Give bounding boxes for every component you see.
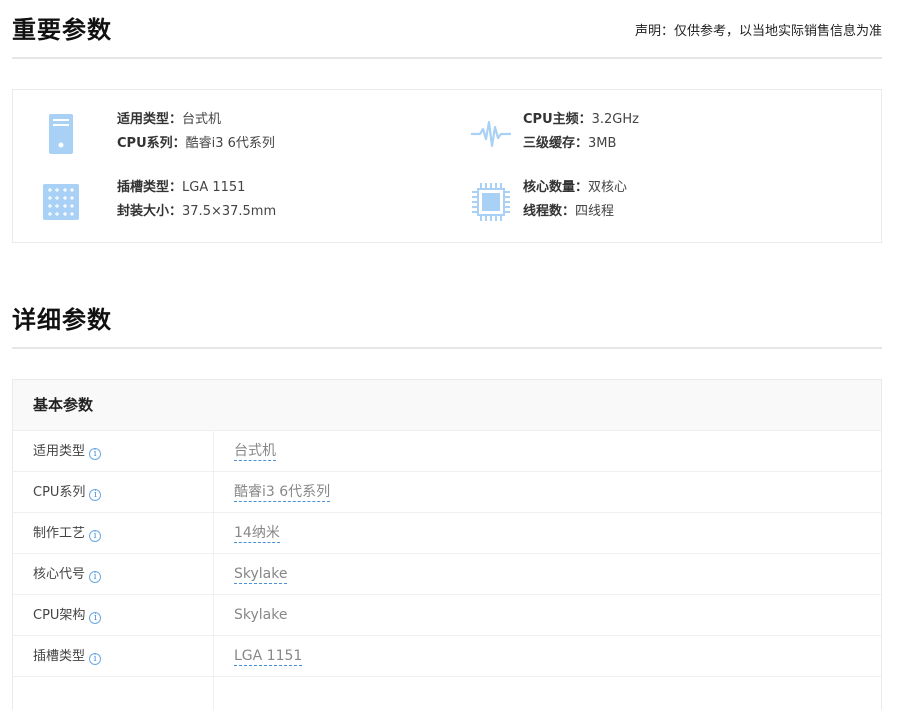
row-value[interactable]: LGA 1151 [234, 636, 303, 677]
key-param-frequency-cache: CPU主频：3.2GHz 三级缓存：3MB [471, 108, 871, 160]
table-row-empty [13, 677, 881, 710]
key-value: 酷睿i3 6代系列 [185, 136, 275, 151]
table-row: 适用类型 i 台式机 [13, 431, 881, 472]
key-value: 双核心 [588, 180, 628, 195]
row-value: Skylake [234, 595, 287, 636]
key-label: 适用类型： [117, 112, 183, 127]
row-value[interactable]: 酷睿i3 6代系列 [234, 472, 331, 513]
row-key: 制作工艺 i [13, 513, 214, 553]
row-key-label: CPU系列 [33, 485, 86, 500]
row-key: 插槽类型 i [13, 636, 214, 676]
table-row: CPU系列 i 酷睿i3 6代系列 [13, 472, 881, 513]
key-value: 3.2GHz [591, 112, 639, 127]
frequency-wave-icon [471, 108, 511, 160]
key-value: LGA 1151 [182, 180, 246, 195]
key-param-type-series: 适用类型：台式机 CPU系列：酷睿i3 6代系列 [41, 108, 441, 160]
key-param-socket-package: 插槽类型：LGA 1151 封装大小：37.5×37.5mm [41, 176, 441, 228]
key-label: 线程数： [523, 204, 576, 219]
row-key-label: 制作工艺 [33, 526, 86, 541]
cpu-chip-icon [471, 176, 511, 228]
row-key: CPU架构 i [13, 595, 214, 635]
row-value-link[interactable]: 酷睿i3 6代系列 [234, 484, 331, 502]
detail-params-table: 基本参数 适用类型 i 台式机 CPU系列 i 酷睿i3 6代系列 制作工艺 i 14… [12, 379, 882, 710]
row-value-link[interactable]: LGA 1151 [234, 648, 303, 666]
disclaimer-text: 声明：仅供参考，以当地实际销售信息为准 [634, 24, 882, 39]
table-row: 核心代号 i Skylake [13, 554, 881, 595]
key-param-cores-threads: 核心数量：双核心 线程数：四线程 [471, 176, 871, 228]
key-value: 四线程 [575, 204, 615, 219]
desktop-tower-icon [41, 108, 81, 160]
info-icon[interactable]: i [89, 612, 102, 624]
info-icon[interactable]: i [89, 571, 102, 583]
row-value-link[interactable]: 14纳米 [234, 525, 280, 543]
key-label: CPU系列： [117, 136, 186, 151]
key-label: 封装大小： [117, 204, 183, 219]
key-param-text: 插槽类型：LGA 1151 封装大小：37.5×37.5mm [117, 176, 276, 224]
key-value: 台式机 [182, 112, 222, 127]
key-label: 三级缓存： [523, 136, 589, 151]
key-label: CPU主频： [523, 112, 592, 127]
key-label: 插槽类型： [117, 180, 183, 195]
info-icon[interactable]: i [89, 448, 102, 460]
row-key: 核心代号 i [13, 554, 214, 594]
info-icon[interactable]: i [89, 653, 102, 665]
row-value-text: Skylake [234, 607, 288, 623]
group-title-basic: 基本参数 [13, 380, 881, 431]
key-param-text: CPU主频：3.2GHz 三级缓存：3MB [523, 108, 639, 156]
row-key-label: 核心代号 [33, 567, 86, 582]
table-row: 制作工艺 i 14纳米 [13, 513, 881, 554]
important-params-title: 重要参数 [12, 16, 112, 44]
key-value: 37.5×37.5mm [182, 204, 277, 219]
row-key: 适用类型 i [13, 431, 214, 471]
detail-params-header: 详细参数 [12, 290, 882, 349]
important-params-header: 重要参数 声明：仅供参考，以当地实际销售信息为准 [12, 0, 882, 59]
row-value[interactable]: 台式机 [234, 431, 276, 472]
row-value[interactable]: Skylake [234, 554, 288, 595]
row-key-label: 插槽类型 [33, 649, 86, 664]
row-value-link[interactable]: 台式机 [234, 443, 276, 461]
row-key-label: CPU架构 [33, 608, 86, 623]
row-value[interactable]: 14纳米 [234, 513, 280, 554]
row-key: CPU系列 i [13, 472, 214, 512]
key-label: 核心数量： [523, 180, 589, 195]
row-value-link[interactable]: Skylake [234, 566, 288, 584]
row-key-label: 适用类型 [33, 444, 86, 459]
key-value: 3MB [588, 136, 617, 151]
table-row: 插槽类型 i LGA 1151 [13, 636, 881, 677]
table-row: CPU架构 i Skylake [13, 595, 881, 636]
key-params-box: 适用类型：台式机 CPU系列：酷睿i3 6代系列 CPU主频：3.2GHz 三级… [12, 89, 882, 243]
info-icon[interactable]: i [89, 489, 102, 501]
row-key [13, 677, 214, 710]
key-param-text: 核心数量：双核心 线程数：四线程 [523, 176, 627, 224]
info-icon[interactable]: i [89, 530, 102, 542]
detail-params-title: 详细参数 [12, 306, 112, 334]
socket-grid-icon [41, 176, 81, 228]
key-param-text: 适用类型：台式机 CPU系列：酷睿i3 6代系列 [117, 108, 275, 156]
